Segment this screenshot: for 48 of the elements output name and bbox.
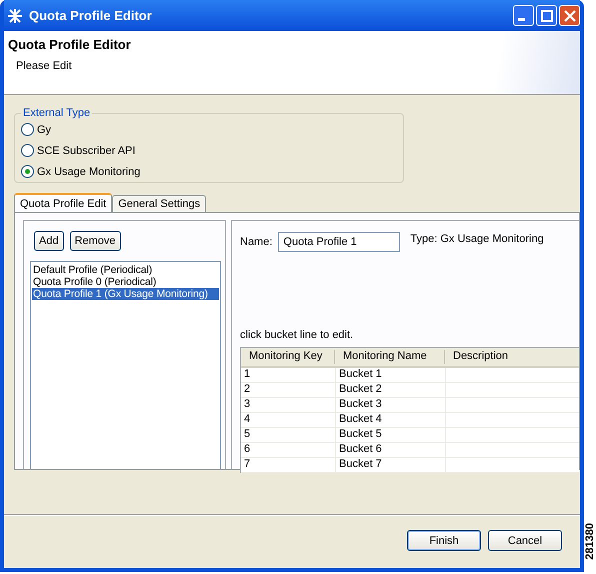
table-cell: 2 [244,383,250,395]
hint-text: click bucket line to edit. [240,329,354,341]
table-cell: 3 [244,398,250,410]
name-label: Name: [240,236,272,248]
radio-button[interactable] [21,144,34,157]
radio-button[interactable] [21,123,34,136]
table-cell: 4 [244,413,250,425]
page-subtitle: Please Edit [16,60,73,72]
table-cell: 1 [244,368,250,380]
remove-button[interactable]: Remove [70,231,121,251]
table-cell: Bucket 6 [339,443,382,455]
type-text: Type: Gx Usage Monitoring [410,233,544,245]
profile-list-item[interactable]: Quota Profile 1 (Gx Usage Monitoring) [32,288,219,300]
profile-list-item[interactable]: Quota Profile 0 (Periodical) [32,276,219,288]
app-icon [7,8,23,24]
minimize-icon [518,18,525,21]
table-cell: Bucket 2 [339,383,382,395]
radio-label[interactable]: Gy [37,124,52,136]
page-title: Quota Profile Editor [8,37,132,52]
table-cell: Bucket 3 [339,398,382,410]
table-cell: 5 [244,428,250,440]
tab[interactable]: Quota Profile Edit [14,193,112,212]
group-legend: External Type [21,107,92,119]
close-icon [564,10,576,22]
table-cell: Bucket 7 [339,458,382,470]
maximize-icon [540,10,552,22]
profile-list-item[interactable]: Default Profile (Periodical) [32,264,219,276]
name-field[interactable]: Quota Profile 1 [278,232,400,252]
radio-button[interactable] [21,165,34,178]
figure-number: 281380 [584,523,596,560]
radio-label[interactable]: SCE Subscriber API [37,144,136,156]
cancel-button[interactable]: Cancel [488,530,562,551]
column-header[interactable]: Monitoring Name [335,350,445,364]
add-button[interactable]: Add [34,231,64,251]
close-button[interactable] [559,5,580,26]
table-cell: 7 [244,458,250,470]
table-cell: Bucket 1 [339,368,382,380]
tab[interactable]: General Settings [112,195,206,212]
minimize-button[interactable] [513,5,534,26]
column-header[interactable]: Monitoring Key [241,350,335,364]
table-cell: Bucket 5 [339,428,382,440]
finish-button[interactable]: Finish [407,530,481,551]
radio-label[interactable]: Gx Usage Monitoring [37,166,140,178]
window-title: Quota Profile Editor [29,8,152,23]
column-header[interactable]: Description [445,350,579,364]
maximize-button[interactable] [536,5,557,26]
table-cell: 6 [244,443,250,455]
table-cell: Bucket 4 [339,413,382,425]
